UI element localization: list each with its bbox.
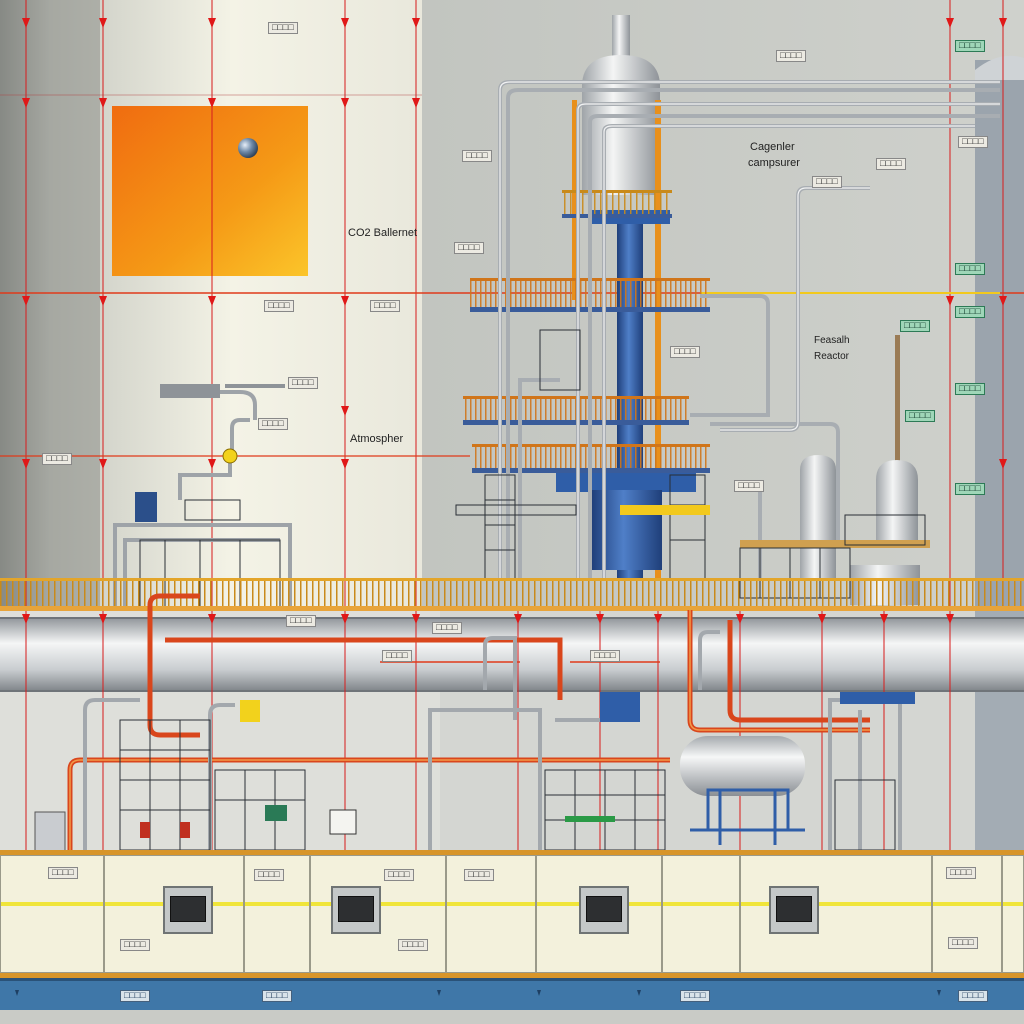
control-panel-8 bbox=[740, 855, 932, 973]
equipment-tag: □□□□ bbox=[120, 939, 150, 951]
control-panel-2 bbox=[104, 855, 244, 973]
capsule-label-top: Cagenler bbox=[750, 141, 795, 153]
atmosphere-label: Atmospher bbox=[350, 433, 404, 445]
equipment-tag: □□□□ bbox=[454, 242, 484, 254]
equipment-tag: □□□□ bbox=[590, 650, 620, 662]
equipment-tag: □□□□ bbox=[946, 867, 976, 879]
equipment-tag: □□□□ bbox=[900, 320, 930, 332]
capsule-label-bottom: campsurer bbox=[748, 157, 800, 169]
equipment-tag: □□□□ bbox=[955, 263, 985, 275]
equipment-tag: □□□□ bbox=[955, 383, 985, 395]
control-panel-10 bbox=[1002, 855, 1024, 973]
equipment-tag: □□□□ bbox=[382, 650, 412, 662]
equipment-tag: □□□□ bbox=[948, 937, 978, 949]
equipment-tag: □□□□ bbox=[464, 869, 494, 881]
bottom-band-tag: □□□□ bbox=[120, 990, 150, 1002]
panel-screen bbox=[579, 886, 629, 934]
equipment-tag: □□□□ bbox=[258, 418, 288, 430]
equipment-tag: □□□□ bbox=[42, 453, 72, 465]
equipment-tag: □□□□ bbox=[776, 50, 806, 62]
control-panel-7 bbox=[662, 855, 740, 973]
bottom-band-tag: □□□□ bbox=[262, 990, 292, 1002]
equipment-tag: □□□□ bbox=[812, 176, 842, 188]
equipment-tag: □□□□ bbox=[905, 410, 935, 422]
panel-screen bbox=[331, 886, 381, 934]
bottom-band-tag: □□□□ bbox=[680, 990, 710, 1002]
bottom-band-tag: □□□□ bbox=[958, 990, 988, 1002]
equipment-tag: □□□□ bbox=[432, 622, 462, 634]
reactor-label-top: Feasalh bbox=[814, 335, 850, 346]
equipment-tag: □□□□ bbox=[955, 40, 985, 52]
reactor-label-bottom: Reactor bbox=[814, 351, 850, 362]
co2-balance-label: CO2 Ballernet bbox=[348, 227, 418, 239]
panel-screen bbox=[163, 886, 213, 934]
equipment-tag: □□□□ bbox=[734, 480, 764, 492]
equipment-tag: □□□□ bbox=[398, 939, 428, 951]
equipment-tag: □□□□ bbox=[462, 150, 492, 162]
equipment-tag: □□□□ bbox=[264, 300, 294, 312]
equipment-tag: □□□□ bbox=[288, 377, 318, 389]
equipment-tag: □□□□ bbox=[286, 615, 316, 627]
equipment-tag: □□□□ bbox=[254, 869, 284, 881]
equipment-tag: □□□□ bbox=[370, 300, 400, 312]
equipment-tag: □□□□ bbox=[955, 483, 985, 495]
equipment-tag: □□□□ bbox=[955, 306, 985, 318]
equipment-tag: □□□□ bbox=[384, 869, 414, 881]
equipment-tag: □□□□ bbox=[876, 158, 906, 170]
equipment-tag: □□□□ bbox=[958, 136, 988, 148]
equipment-tag: □□□□ bbox=[48, 867, 78, 879]
panel-screen bbox=[769, 886, 819, 934]
process-plant-diagram: CO2 Ballernet Atmospher Cagenler campsur… bbox=[0, 0, 1024, 1024]
control-panel-4 bbox=[310, 855, 446, 973]
control-panel-6 bbox=[536, 855, 662, 973]
equipment-tag: □□□□ bbox=[670, 346, 700, 358]
equipment-tag: □□□□ bbox=[268, 22, 298, 34]
